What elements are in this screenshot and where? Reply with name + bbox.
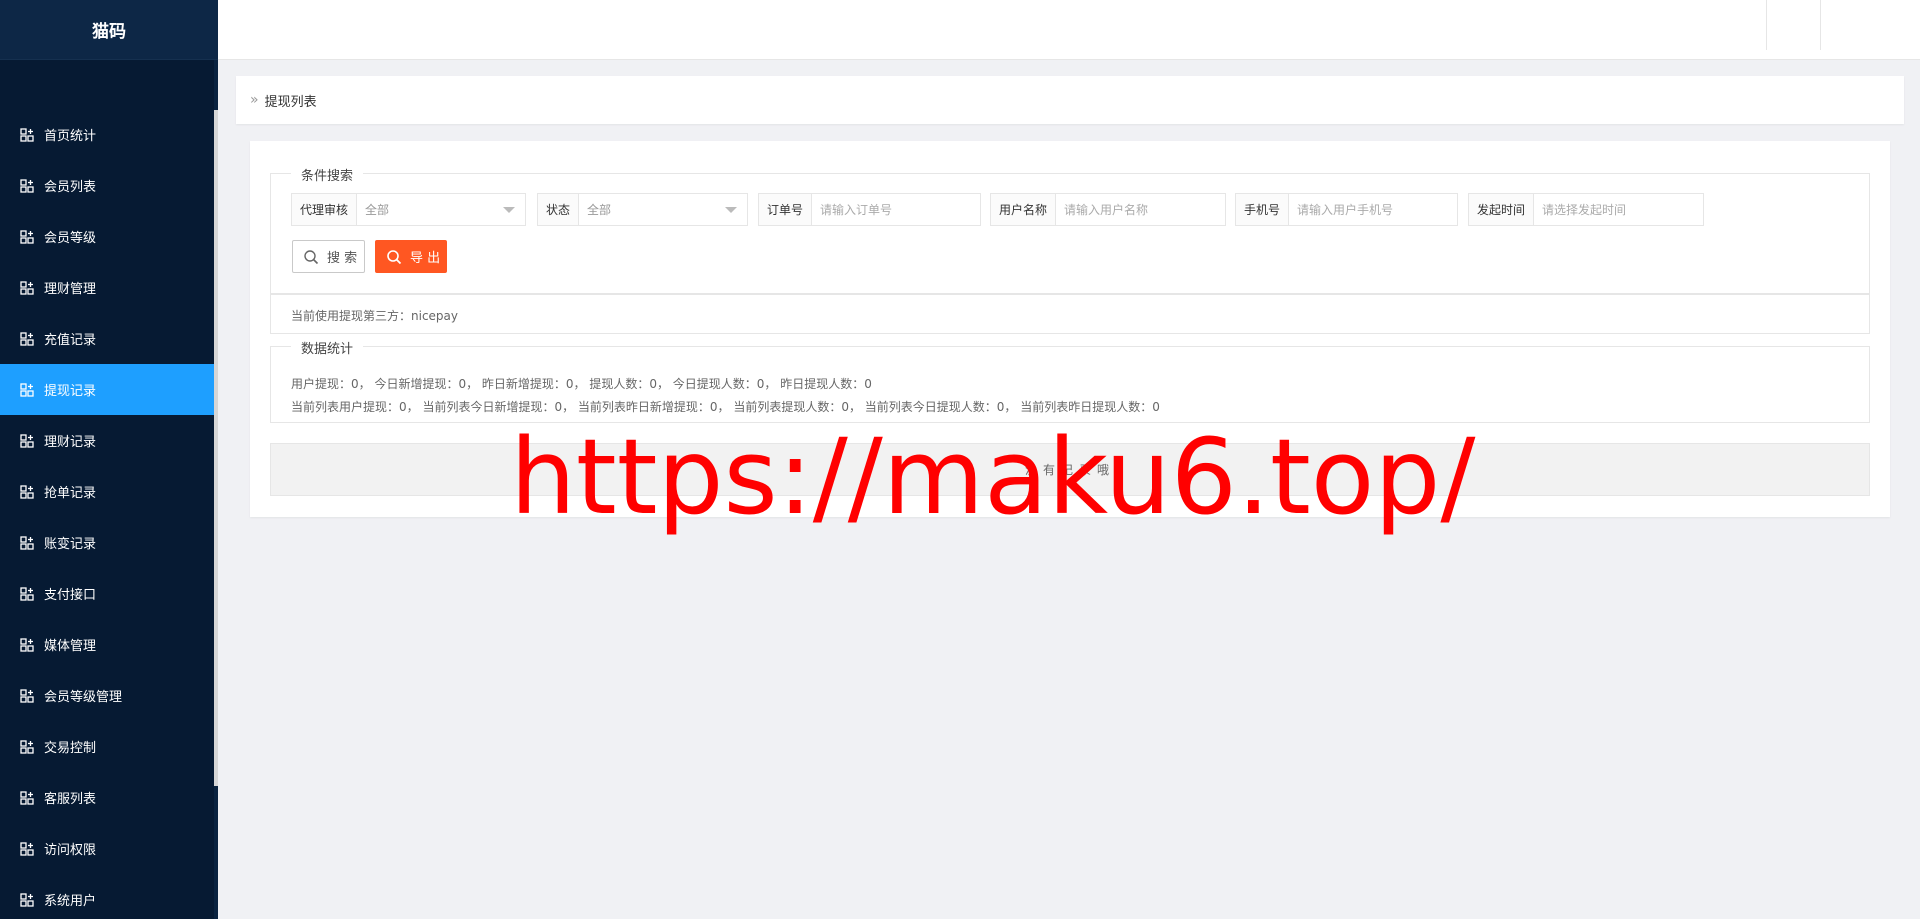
app-grid-icon [20,892,34,907]
status-select[interactable]: 状态 全部 [537,193,748,226]
sidebar-item-label: 会员列表 [44,180,97,195]
sidebar-nav: 首页统计会员列表会员等级理财管理充值记录提现记录理财记录抢单记录账变记录支付接口… [0,109,218,919]
app-grid-icon [20,739,34,754]
app-grid-icon [20,382,34,397]
sidebar-item-label: 客服列表 [44,792,97,807]
sidebar-scrollbar-thumb[interactable] [214,110,218,786]
sidebar-item[interactable]: 会员列表 [0,160,218,211]
sidebar-item[interactable]: 交易控制 [0,721,218,772]
sidebar-item-label: 支付接口 [44,588,97,603]
sidebar-item-label: 会员等级管理 [44,690,123,705]
sidebar-item-label: 充值记录 [44,333,97,348]
order-no-field[interactable]: 订单号 [758,193,981,226]
caret-down-icon [503,207,515,213]
app-grid-icon [20,127,34,142]
sidebar-item[interactable]: 支付接口 [0,568,218,619]
sidebar-item-label: 理财管理 [44,282,97,297]
stats-line-total: 用户提现：0， 今日新增提现：0， 昨日新增提现：0， 提现人数：0， 今日提现… [291,377,872,391]
order-no-label: 订单号 [759,194,813,225]
sidebar-item-label: 首页统计 [44,129,97,144]
app-logo[interactable]: 猫码 [0,0,218,60]
sidebar: 猫码 首页统计会员列表会员等级理财管理充值记录提现记录理财记录抢单记录账变记录支… [0,0,218,919]
sidebar-item-label: 系统用户 [44,894,97,909]
sidebar-item-label: 账变记录 [44,537,97,552]
watermark-url: https://maku6.top/ [510,416,1476,538]
header-divider [1820,0,1821,50]
third-party-info: 当前使用提现第三方：nicepay [270,294,1870,334]
app-grid-icon [20,178,34,193]
app-grid-icon [20,229,34,244]
header-divider [1766,0,1767,50]
sidebar-item[interactable]: 客服列表 [0,772,218,823]
search-button-label: 搜 索 [327,251,358,266]
app-grid-icon [20,637,34,652]
sidebar-item[interactable]: 系统用户 [0,874,218,919]
app-grid-icon [20,790,34,805]
sidebar-item[interactable]: 提现记录 [0,364,218,415]
sidebar-item-label: 交易控制 [44,741,97,756]
sidebar-item[interactable]: 理财管理 [0,262,218,313]
sidebar-item[interactable]: 会员等级管理 [0,670,218,721]
time-field[interactable]: 发起时间 [1468,193,1704,226]
export-button[interactable]: 导 出 [375,240,447,273]
app-grid-icon [20,331,34,346]
double-chevron-right-icon: » [250,92,259,108]
sidebar-item[interactable]: 理财记录 [0,415,218,466]
app-grid-icon [20,484,34,499]
app-grid-icon [20,841,34,856]
sidebar-item-label: 理财记录 [44,435,97,450]
app-grid-icon [20,688,34,703]
sidebar-item-label: 会员等级 [44,231,97,246]
sidebar-item[interactable]: 媒体管理 [0,619,218,670]
search-legend: 条件搜索 [291,165,364,184]
stats-legend: 数据统计 [291,338,364,357]
status-label: 状态 [538,194,580,225]
sidebar-item[interactable]: 账变记录 [0,517,218,568]
time-label: 发起时间 [1469,194,1535,225]
username-label: 用户名称 [991,194,1057,225]
sidebar-item-label: 媒体管理 [44,639,97,654]
agent-review-label: 代理审核 [292,194,358,225]
search-icon [304,249,319,264]
sidebar-item[interactable]: 抢单记录 [0,466,218,517]
sidebar-item[interactable]: 首页统计 [0,109,218,160]
app-grid-icon [20,433,34,448]
phone-label: 手机号 [1236,194,1290,225]
export-button-label: 导 出 [410,251,441,266]
app-grid-icon [20,586,34,601]
search-icon [387,249,402,264]
order-no-input[interactable] [812,194,980,225]
status-value[interactable]: 全部 [579,194,747,225]
breadcrumb: » 提现列表 [236,76,1904,124]
phone-input[interactable] [1289,194,1457,225]
caret-down-icon [725,207,737,213]
top-header [218,0,1920,60]
agent-review-select[interactable]: 代理审核 全部 [291,193,526,226]
page-title: 提现列表 [264,94,317,110]
username-input[interactable] [1056,194,1225,225]
sidebar-item-label: 访问权限 [44,843,97,858]
sidebar-item[interactable]: 充值记录 [0,313,218,364]
agent-review-value[interactable]: 全部 [357,194,525,225]
app-grid-icon [20,280,34,295]
username-field[interactable]: 用户名称 [990,193,1226,226]
sidebar-item[interactable]: 会员等级 [0,211,218,262]
stats-fieldset: 数据统计 用户提现：0， 今日新增提现：0， 昨日新增提现：0， 提现人数：0，… [270,338,1870,423]
sidebar-item[interactable]: 访问权限 [0,823,218,874]
sidebar-item-label: 抢单记录 [44,486,97,501]
sidebar-item-label: 提现记录 [44,384,97,399]
stats-line-current-list: 当前列表用户提现：0， 当前列表今日新增提现：0， 当前列表昨日新增提现：0， … [291,400,1160,414]
app-grid-icon [20,535,34,550]
time-input[interactable] [1534,194,1703,225]
phone-field[interactable]: 手机号 [1235,193,1458,226]
search-button[interactable]: 搜 索 [292,240,365,273]
search-fieldset: 条件搜索 代理审核 全部 状态 全部 订单号 用户名称 手机号 发起时间 [270,165,1870,294]
